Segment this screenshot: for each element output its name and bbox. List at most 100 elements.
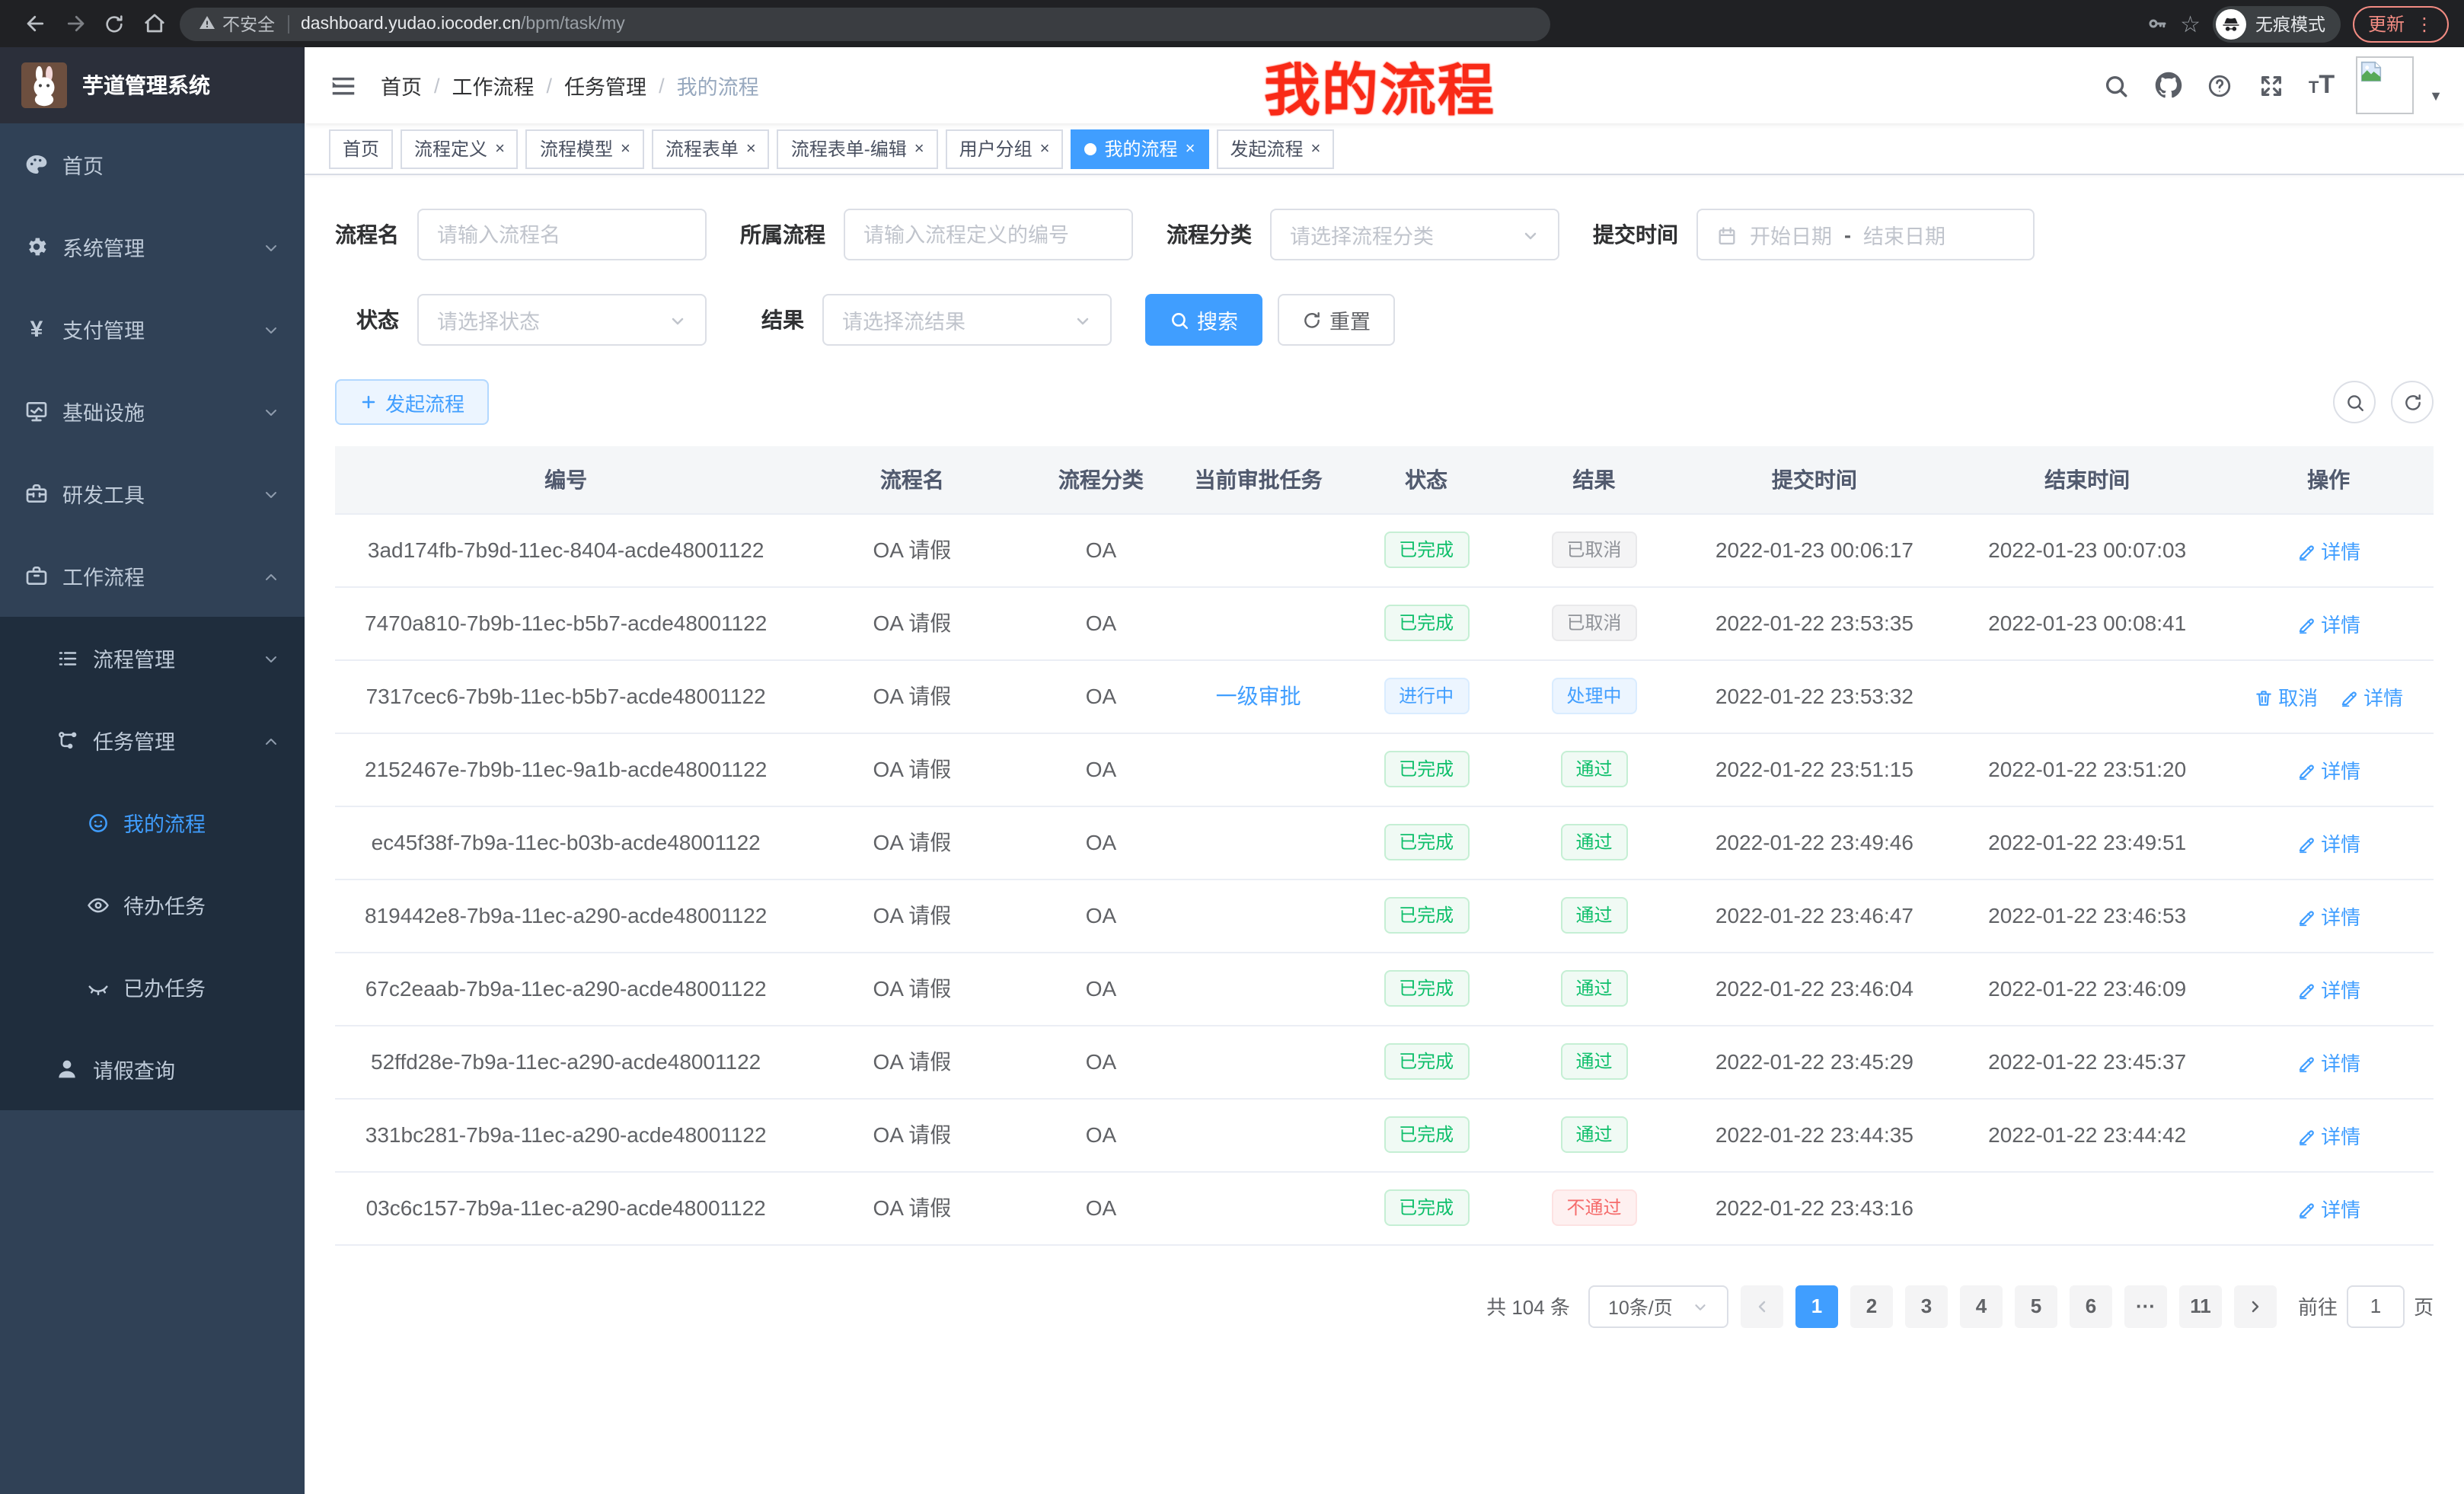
sidebar-item-system[interactable]: 系统管理 bbox=[0, 206, 305, 288]
sidebar-item-workflow[interactable]: 工作流程 bbox=[0, 535, 305, 617]
avatar[interactable] bbox=[2356, 56, 2414, 114]
detail-action-link[interactable]: 详情 bbox=[2296, 828, 2360, 857]
table-row: 2152467e-7b9b-11ec-9a1b-acde48001122OA 请… bbox=[335, 733, 2434, 806]
detail-action-link[interactable]: 详情 bbox=[2296, 1047, 2360, 1076]
process-name-input[interactable] bbox=[417, 209, 707, 260]
process-category-select[interactable]: 请选择流程分类 bbox=[1270, 209, 1559, 260]
browser-back-icon[interactable] bbox=[15, 4, 55, 43]
action-label: 详情 bbox=[2321, 1193, 2360, 1222]
result-select[interactable]: 请选择流结果 bbox=[822, 294, 1112, 346]
tab-我的流程[interactable]: 我的流程× bbox=[1071, 129, 1209, 168]
tab-首页[interactable]: 首页 bbox=[329, 129, 393, 168]
detail-action-link[interactable]: 详情 bbox=[2296, 1193, 2360, 1222]
sidebar-item-payment[interactable]: ¥支付管理 bbox=[0, 288, 305, 370]
process-definition-input-field[interactable] bbox=[863, 223, 1113, 246]
cell-result: 通过 bbox=[1510, 1025, 1677, 1098]
submit-time-daterange[interactable]: 开始日期 - 结束日期 bbox=[1696, 209, 2035, 260]
close-tab-icon[interactable]: × bbox=[914, 139, 924, 158]
page-button-3[interactable]: 3 bbox=[1905, 1285, 1948, 1327]
page-button-2[interactable]: 2 bbox=[1850, 1285, 1893, 1327]
close-tab-icon[interactable]: × bbox=[746, 139, 756, 158]
sidebar-toggle-icon[interactable] bbox=[326, 69, 359, 102]
page-button-11[interactable]: 11 bbox=[2179, 1285, 2222, 1327]
gear-icon bbox=[24, 235, 49, 259]
breadcrumb-item[interactable]: 首页 bbox=[381, 70, 422, 101]
process-name-input-field[interactable] bbox=[437, 223, 687, 246]
filter-status: 状态 请选择状态 bbox=[356, 294, 707, 346]
github-icon[interactable] bbox=[2153, 70, 2184, 101]
sidebar-item-my-process[interactable]: 我的流程 bbox=[0, 781, 305, 864]
prev-page-icon[interactable] bbox=[1741, 1285, 1783, 1327]
app-root: 不安全 dashboard.yudao.iocoder.cn/bpm/task/… bbox=[0, 0, 2464, 1494]
browser-reload-icon[interactable] bbox=[94, 4, 134, 43]
sidebar-item-process-mgmt[interactable]: 流程管理 bbox=[0, 617, 305, 699]
detail-action-link[interactable]: 详情 bbox=[2296, 974, 2360, 1003]
search-button[interactable]: 搜索 bbox=[1145, 294, 1262, 346]
detail-action-link[interactable]: 详情 bbox=[2296, 1120, 2360, 1149]
fullscreen-icon[interactable] bbox=[2257, 70, 2287, 101]
next-page-icon[interactable] bbox=[2234, 1285, 2277, 1327]
sidebar-item-task-mgmt[interactable]: 任务管理 bbox=[0, 699, 305, 781]
current-task-link[interactable]: 一级审批 bbox=[1216, 684, 1301, 708]
close-tab-icon[interactable]: × bbox=[1186, 139, 1195, 158]
chevron-down-icon bbox=[1692, 1295, 1709, 1317]
browser-menu-icon[interactable]: ⋮ bbox=[2415, 13, 2434, 34]
site-security-warning[interactable]: 不安全 bbox=[198, 11, 275, 36]
search-icon[interactable] bbox=[2102, 70, 2132, 101]
sidebar-item-leave-query[interactable]: 请假查询 bbox=[0, 1028, 305, 1110]
detail-action-link[interactable]: 详情 bbox=[2296, 608, 2360, 637]
close-tab-icon[interactable]: × bbox=[495, 139, 505, 158]
page-button-5[interactable]: 5 bbox=[2015, 1285, 2057, 1327]
close-tab-icon[interactable]: × bbox=[1310, 139, 1320, 158]
detail-action-link[interactable]: 详情 bbox=[2339, 682, 2403, 710]
tab-流程模型[interactable]: 流程模型× bbox=[526, 129, 644, 168]
cell-end-time: 2022-01-22 23:44:42 bbox=[1951, 1098, 2223, 1171]
detail-action-link[interactable]: 详情 bbox=[2296, 535, 2360, 564]
detail-action-link[interactable]: 详情 bbox=[2296, 901, 2360, 930]
page-button-1[interactable]: 1 bbox=[1795, 1285, 1838, 1327]
browser-forward-icon[interactable] bbox=[55, 4, 94, 43]
tab-流程表单-编辑[interactable]: 流程表单-编辑× bbox=[777, 129, 938, 168]
sidebar-item-infra[interactable]: 基础设施 bbox=[0, 370, 305, 452]
close-tab-icon[interactable]: × bbox=[621, 139, 630, 158]
breadcrumb-item[interactable]: 工作流程 bbox=[452, 70, 535, 101]
tab-流程表单[interactable]: 流程表单× bbox=[652, 129, 770, 168]
status-select[interactable]: 请选择状态 bbox=[417, 294, 707, 346]
cell-end-time bbox=[1951, 1171, 2223, 1244]
avatar-caret-icon[interactable]: ▼ bbox=[2429, 88, 2443, 104]
browser-home-icon[interactable] bbox=[134, 4, 174, 43]
cancel-action-link[interactable]: 取消 bbox=[2254, 682, 2318, 710]
create-process-button[interactable]: 发起流程 bbox=[335, 379, 489, 425]
detail-action-link[interactable]: 详情 bbox=[2296, 755, 2360, 784]
sidebar-item-todo-task[interactable]: 待办任务 bbox=[0, 864, 305, 946]
sidebar-item-done-task[interactable]: 已办任务 bbox=[0, 946, 305, 1028]
show-search-icon[interactable] bbox=[2333, 381, 2376, 423]
breadcrumb-item[interactable]: 任务管理 bbox=[564, 70, 646, 101]
table-row: 52ffd28e-7b9a-11ec-a290-acde48001122OA 请… bbox=[335, 1025, 2434, 1098]
page-button-6[interactable]: 6 bbox=[2070, 1285, 2112, 1327]
monitor-icon bbox=[24, 399, 49, 423]
sidebar-item-devtools[interactable]: 研发工具 bbox=[0, 452, 305, 535]
close-tab-icon[interactable]: × bbox=[1040, 139, 1050, 158]
process-definition-input[interactable] bbox=[844, 209, 1133, 260]
filter-process-name: 流程名 bbox=[335, 209, 707, 260]
browser-url-bar[interactable]: 不安全 dashboard.yudao.iocoder.cn/bpm/task/… bbox=[180, 7, 1550, 40]
column-header: 流程分类 bbox=[1027, 446, 1174, 513]
key-icon[interactable] bbox=[2145, 10, 2168, 37]
page-size-select[interactable]: 10条/页 bbox=[1588, 1285, 1728, 1327]
bookmark-star-icon[interactable]: ☆ bbox=[2180, 10, 2201, 37]
tab-用户分组[interactable]: 用户分组× bbox=[946, 129, 1064, 168]
sidebar-item-home[interactable]: 首页 bbox=[0, 123, 305, 206]
font-size-icon[interactable]: TT bbox=[2309, 70, 2335, 101]
refresh-icon[interactable] bbox=[2391, 381, 2434, 423]
goto-page-input[interactable] bbox=[2347, 1285, 2405, 1327]
tab-发起流程[interactable]: 发起流程× bbox=[1216, 129, 1334, 168]
update-button[interactable]: 更新 ⋮ bbox=[2353, 5, 2449, 42]
reset-button[interactable]: 重置 bbox=[1278, 294, 1395, 346]
help-icon[interactable] bbox=[2205, 70, 2236, 101]
filter-label: 状态 bbox=[356, 305, 399, 335]
sidebar-logo-row[interactable]: 芋道管理系统 bbox=[0, 47, 305, 123]
tab-流程定义[interactable]: 流程定义× bbox=[401, 129, 519, 168]
page-button-4[interactable]: 4 bbox=[1960, 1285, 2003, 1327]
cell-category: OA bbox=[1027, 659, 1174, 733]
